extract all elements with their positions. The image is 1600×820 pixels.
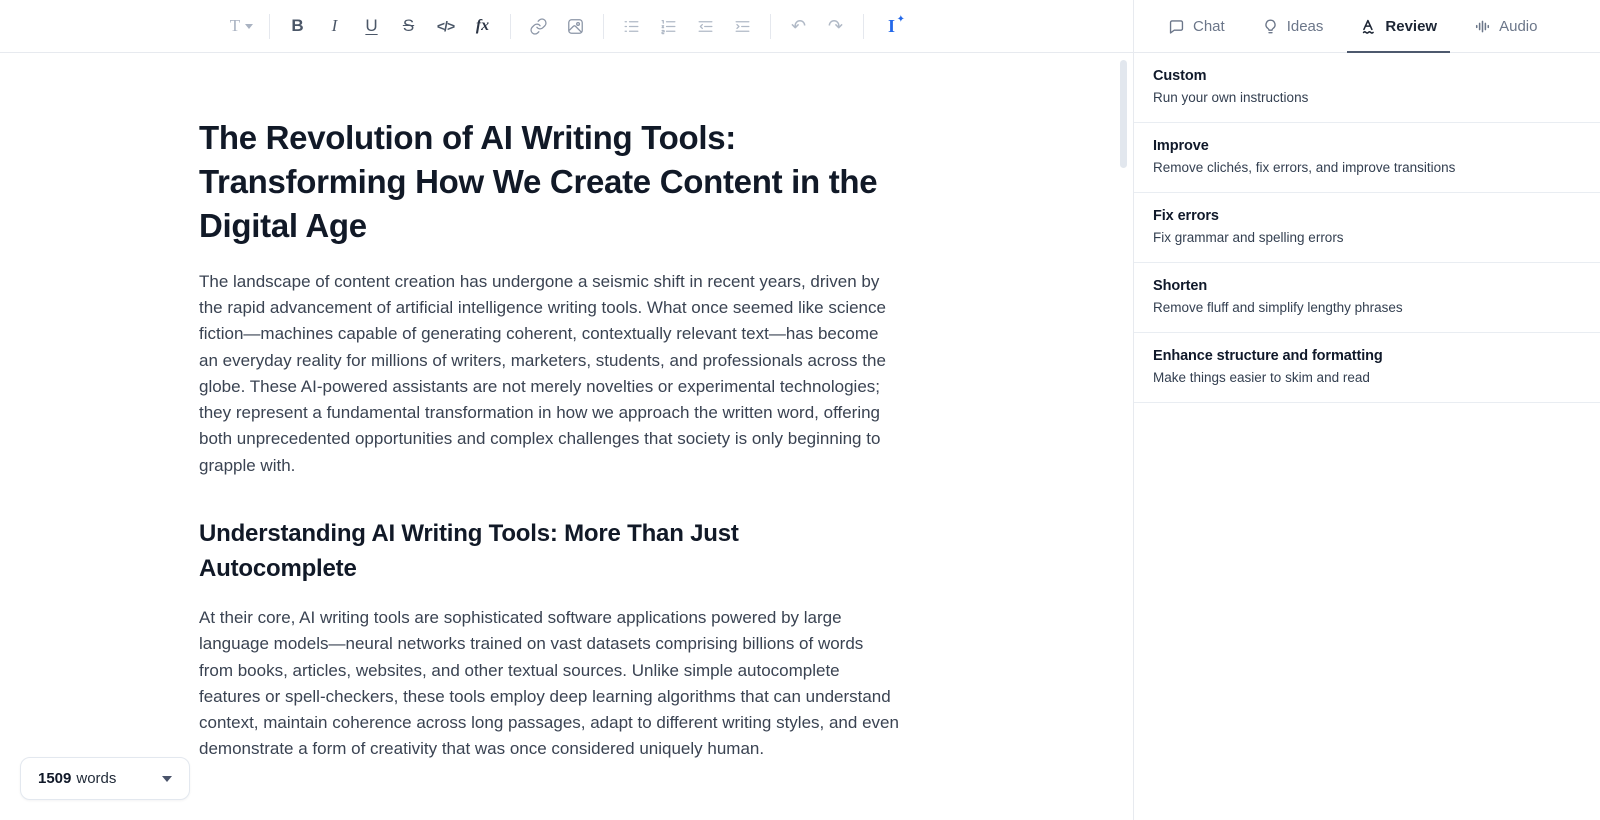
ai-cursor-icon: I ✦ xyxy=(887,13,905,36)
underline-button[interactable]: U xyxy=(357,12,386,41)
action-title: Shorten xyxy=(1153,278,1208,294)
tab-review[interactable]: Review xyxy=(1347,0,1450,53)
action-description: Make things easier to skim and read xyxy=(1153,370,1370,385)
review-action-fix-errors[interactable]: Fix errors Fix grammar and spelling erro… xyxy=(1134,193,1600,263)
undo-button[interactable]: ↶ xyxy=(784,12,813,41)
strikethrough-icon: S xyxy=(402,16,415,35)
sparkle-icon: ✦ xyxy=(896,13,905,25)
word-count-pill[interactable]: 1509 words xyxy=(20,757,190,800)
math-formula-button[interactable]: fx xyxy=(468,12,497,41)
chevron-down-icon xyxy=(162,775,172,782)
formatting-toolbar: T B I U S </> fx ↶ ↷ I ✦ xyxy=(0,0,1133,53)
indent-button[interactable] xyxy=(728,12,757,41)
numbered-list-button[interactable] xyxy=(654,12,683,41)
redo-button[interactable]: ↷ xyxy=(821,12,850,41)
tab-label: Audio xyxy=(1499,17,1538,35)
outdent-button[interactable] xyxy=(691,12,720,41)
action-description: Remove fluff and simplify lengthy phrase… xyxy=(1153,300,1403,315)
sidebar-tabbar: Chat Ideas Review Audio xyxy=(1134,0,1600,53)
strikethrough-button[interactable]: S xyxy=(394,12,423,41)
text-style-icon: T xyxy=(229,16,241,35)
editor-scrollbar-thumb[interactable] xyxy=(1120,60,1127,168)
text-style-button[interactable]: T xyxy=(227,12,256,41)
word-count-value: 1509 xyxy=(38,770,72,787)
tab-label: Ideas xyxy=(1286,17,1324,35)
writing-app: T B I U S </> fx ↶ ↷ I ✦ The Revolution … xyxy=(0,0,1600,820)
action-title: Custom xyxy=(1153,68,1207,84)
lightbulb-icon xyxy=(1265,19,1276,33)
toolbar-divider xyxy=(510,13,511,39)
code-button[interactable]: </> xyxy=(431,12,460,41)
review-action-custom[interactable]: Custom Run your own instructions xyxy=(1134,53,1600,123)
action-description: Run your own instructions xyxy=(1153,90,1309,105)
tab-label: Chat xyxy=(1193,17,1225,35)
toolbar-divider xyxy=(770,13,771,39)
document-title[interactable]: The Revolution of AI Writing Tools: Tran… xyxy=(199,116,899,248)
tab-ideas[interactable]: Ideas xyxy=(1262,0,1324,52)
document-heading-2[interactable]: Understanding AI Writing Tools: More Tha… xyxy=(199,516,899,586)
spellcheck-icon xyxy=(1363,19,1375,34)
chevron-down-icon xyxy=(245,23,254,29)
bold-icon: B xyxy=(291,16,304,35)
review-action-enhance-structure[interactable]: Enhance structure and formatting Make th… xyxy=(1134,333,1600,403)
insert-image-button[interactable] xyxy=(561,12,590,41)
waveform-icon xyxy=(1476,20,1490,32)
ai-write-button[interactable]: I ✦ xyxy=(877,12,906,41)
action-title: Improve xyxy=(1153,138,1209,154)
assistant-sidebar: Chat Ideas Review Audio Custom Run your … xyxy=(1133,0,1600,820)
action-description: Fix grammar and spelling errors xyxy=(1153,230,1344,245)
action-title: Enhance structure and formatting xyxy=(1153,348,1383,364)
review-action-shorten[interactable]: Shorten Remove fluff and simplify length… xyxy=(1134,263,1600,333)
editor-pane: T B I U S </> fx ↶ ↷ I ✦ The Revolution … xyxy=(0,0,1133,820)
document-paragraph[interactable]: The landscape of content creation has un… xyxy=(199,269,899,479)
document-canvas[interactable]: The Revolution of AI Writing Tools: Tran… xyxy=(0,53,905,763)
outdent-icon xyxy=(698,20,713,32)
italic-button[interactable]: I xyxy=(320,12,349,41)
action-title: Fix errors xyxy=(1153,208,1219,224)
tab-label: Review xyxy=(1385,17,1438,35)
undo-icon: ↶ xyxy=(790,15,807,37)
math-formula-icon: fx xyxy=(475,17,490,34)
tab-audio[interactable]: Audio xyxy=(1474,0,1537,52)
redo-icon: ↷ xyxy=(827,15,844,37)
chat-bubble-icon xyxy=(1169,19,1184,34)
link-icon xyxy=(530,17,547,35)
indent-icon xyxy=(735,20,750,32)
bullet-list-button[interactable] xyxy=(617,12,646,41)
review-action-improve[interactable]: Improve Remove clichés, fix errors, and … xyxy=(1134,123,1600,193)
word-count-label: words xyxy=(76,770,117,787)
review-actions-panel: Custom Run your own instructions Improve… xyxy=(1134,53,1600,403)
underline-icon: U xyxy=(365,16,378,35)
image-icon xyxy=(568,18,583,34)
code-icon: </> xyxy=(436,18,455,34)
document-paragraph[interactable]: At their core, AI writing tools are soph… xyxy=(199,605,899,763)
italic-icon: I xyxy=(331,16,338,35)
insert-link-button[interactable] xyxy=(524,12,553,41)
tab-chat[interactable]: Chat xyxy=(1168,0,1225,52)
toolbar-divider xyxy=(603,13,604,39)
action-description: Remove clichés, fix errors, and improve … xyxy=(1153,160,1456,175)
toolbar-buttons: T B I U S </> fx ↶ ↷ I ✦ xyxy=(223,12,910,41)
toolbar-divider xyxy=(863,13,864,39)
numbered-list-icon xyxy=(661,19,676,34)
bullet-list-icon xyxy=(624,20,639,32)
bold-button[interactable]: B xyxy=(283,12,312,41)
toolbar-divider xyxy=(269,13,270,39)
